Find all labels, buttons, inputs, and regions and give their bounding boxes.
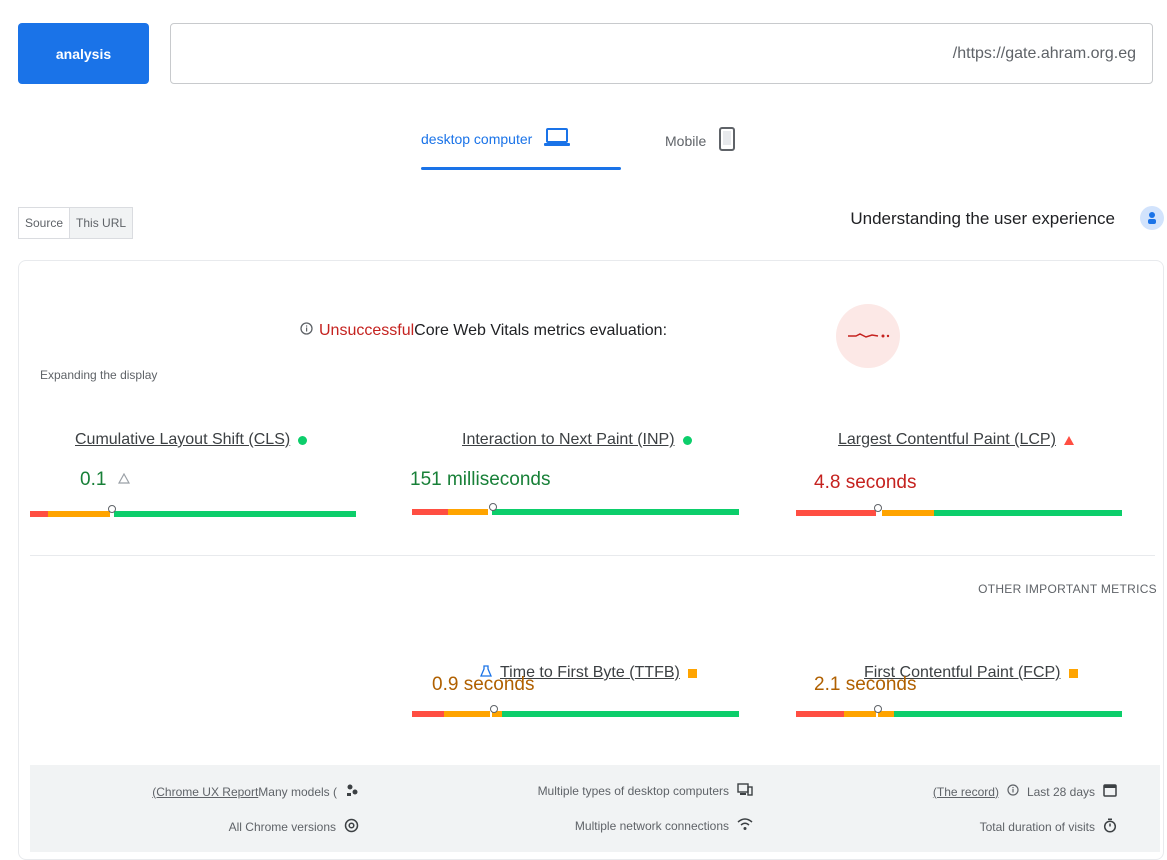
tab-mobile[interactable]: Mobile — [665, 127, 736, 154]
tab-desktop-label: desktop computer — [421, 130, 533, 147]
ux-section-title: Understanding the user experience — [850, 209, 1115, 228]
metric-cls[interactable]: Cumulative Layout Shift (CLS) — [75, 431, 308, 449]
metric-inp[interactable]: Interaction to Next Paint (INP) — [462, 431, 692, 449]
footer-chrome-versions: All Chrome versions — [229, 818, 359, 836]
section-divider — [30, 555, 1155, 556]
people-icon[interactable] — [1140, 206, 1164, 230]
metric-inp-value: 151 milliseconds — [410, 469, 551, 490]
tab-mobile-label: Mobile — [665, 132, 707, 149]
source-toggle[interactable]: Source This URL — [18, 207, 134, 239]
metric-cls-distribution-bar — [30, 505, 356, 517]
url-input[interactable] — [170, 23, 1153, 84]
chrome-icon — [344, 818, 359, 836]
network-text: Multiple network connections — [574, 819, 729, 833]
cwv-assessment: Unsuccessful Core Web Vitals metrics eval… — [300, 322, 667, 340]
poor-status-icon — [1063, 435, 1074, 445]
good-status-icon — [682, 435, 692, 445]
laptop-icon — [544, 127, 571, 150]
footer-crux: (Chrome UX Report Many models ( — [152, 783, 359, 800]
footer-network: Multiple network connections — [575, 818, 753, 834]
expand-toggle[interactable]: Expanding the display — [40, 368, 157, 382]
metric-lcp-value: 4.8 seconds — [814, 472, 917, 493]
good-status-icon — [298, 435, 308, 445]
desktop-types-text: Multiple types of desktop computers — [537, 784, 729, 798]
record-link[interactable]: (The record) — [933, 785, 999, 799]
metric-inp-title[interactable]: Interaction to Next Paint (INP) — [462, 431, 675, 449]
analyze-button[interactable]: analysis — [18, 23, 149, 84]
metric-ttfb-distribution-bar — [412, 705, 739, 717]
source-option[interactable]: Source — [19, 208, 69, 238]
metric-lcp-distribution-bar — [796, 504, 1122, 516]
data-source-footer — [30, 765, 1160, 852]
needs-improvement-status-icon — [687, 668, 697, 678]
metric-cls-value: 0.1 — [80, 469, 107, 490]
metric-ttfb-value: 0.9 seconds — [432, 674, 535, 695]
chrome-versions-text: All Chrome versions — [228, 820, 336, 834]
footer-desktop-types: Multiple types of desktop computers — [538, 783, 753, 799]
devices-icon — [345, 783, 359, 800]
crux-link[interactable]: (Chrome UX Report — [152, 785, 258, 799]
warning-triangle-icon — [118, 471, 131, 489]
needs-improvement-status-icon — [1068, 668, 1078, 678]
metric-lcp-title[interactable]: Largest Contentful Paint (LCP) — [838, 431, 1056, 449]
duration-text: Total duration of visits — [979, 820, 1095, 834]
assessment-text: Core Web Vitals metrics evaluation: — [414, 322, 668, 339]
metric-fcp-distribution-bar — [796, 705, 1122, 717]
models-text: Many models ( — [258, 784, 337, 799]
metric-lcp[interactable]: Largest Contentful Paint (LCP) — [838, 431, 1074, 449]
info-icon — [1007, 784, 1019, 799]
calendar-icon — [1103, 783, 1117, 800]
metric-fcp-value: 2.1 seconds — [814, 674, 917, 695]
metric-cls-title[interactable]: Cumulative Layout Shift (CLS) — [75, 431, 290, 449]
footer-duration: Total duration of visits — [980, 818, 1117, 836]
footer-record: (The record) Last 28 days — [933, 783, 1117, 800]
desktop-devices-icon — [737, 783, 753, 799]
assessment-status: Unsuccessful — [319, 322, 415, 339]
info-icon — [300, 322, 313, 340]
timer-icon — [1103, 818, 1117, 836]
active-tab-indicator — [421, 167, 621, 170]
period-text: Last 28 days — [1026, 784, 1095, 799]
other-metrics-label: OTHER IMPORTANT METRICS — [978, 582, 1157, 596]
assessment-badge-icon — [836, 304, 900, 368]
this-url-option[interactable]: This URL — [69, 208, 133, 238]
phone-icon — [718, 127, 736, 154]
metric-inp-distribution-bar — [412, 503, 739, 515]
tab-desktop[interactable]: desktop computer — [421, 127, 571, 150]
wifi-icon — [737, 818, 753, 834]
